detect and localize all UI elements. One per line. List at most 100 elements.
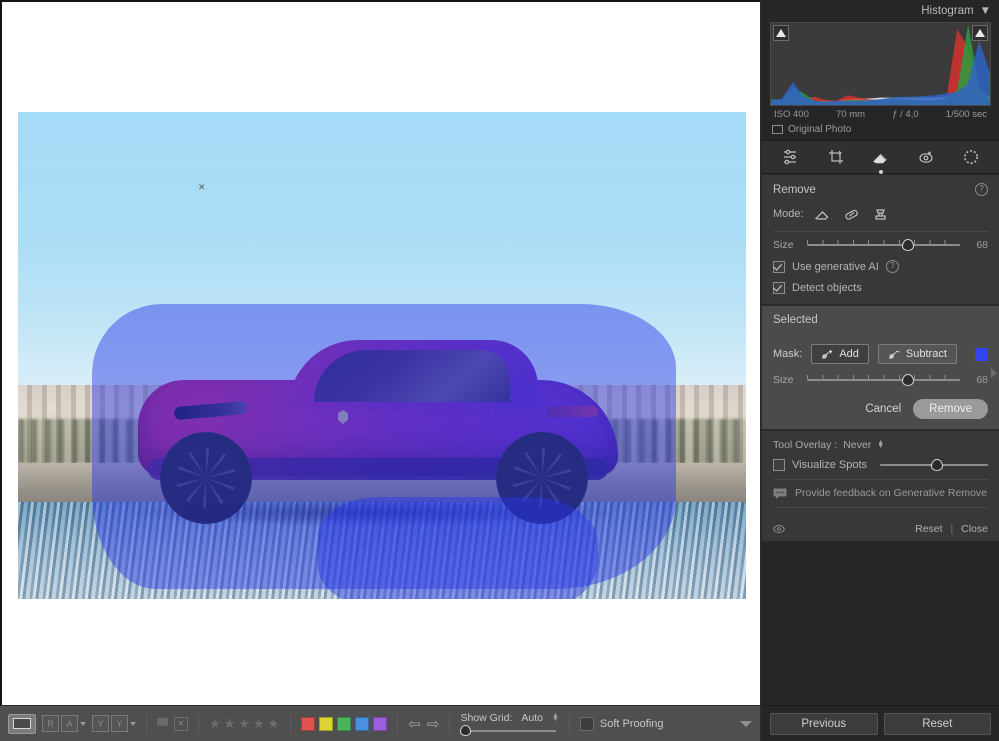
compare-caret-icon[interactable] xyxy=(130,722,136,726)
original-photo-toggle[interactable]: Original Photo xyxy=(762,122,999,140)
color-label-yellow[interactable] xyxy=(319,717,333,731)
show-grid-stepper-icon[interactable]: ▲▼ xyxy=(552,714,559,722)
use-generative-ai-row[interactable]: Use generative AI ? xyxy=(773,260,988,273)
show-grid-value[interactable]: Auto xyxy=(521,712,543,724)
flag-reject-icon[interactable]: ✕ xyxy=(174,717,188,731)
heal-mode-icon[interactable] xyxy=(842,205,862,223)
photo-container[interactable]: ✕ xyxy=(18,112,746,599)
detect-objects-row[interactable]: Detect objects xyxy=(773,282,988,294)
mode-label: Mode: xyxy=(773,208,804,220)
cancel-button[interactable]: Cancel xyxy=(865,403,901,415)
color-labels[interactable] xyxy=(301,717,387,731)
stepper-icon[interactable]: ▲▼ xyxy=(877,441,884,449)
toolbar-collapse-icon[interactable] xyxy=(740,721,752,727)
detect-objects-checkbox[interactable] xyxy=(773,282,785,294)
close-link[interactable]: Close xyxy=(961,523,988,535)
original-photo-checkbox[interactable] xyxy=(772,125,783,134)
histogram-header[interactable]: Histogram ▼ xyxy=(762,0,999,22)
star-1[interactable]: ★ xyxy=(209,716,222,732)
tool-overlay-row[interactable]: Tool Overlay : Never ▲▼ xyxy=(773,439,988,451)
mode-row: Mode: xyxy=(773,205,988,223)
selected-panel: Selected Mask: Add Subtr xyxy=(762,305,999,430)
star-2[interactable]: ★ xyxy=(224,716,237,732)
divider xyxy=(397,715,398,733)
soft-proofing-checkbox[interactable] xyxy=(580,717,594,731)
selected-size-slider-row[interactable]: Size 68 xyxy=(773,374,988,386)
after-view-button[interactable]: A xyxy=(61,715,78,732)
divider xyxy=(449,715,450,733)
selected-size-knob[interactable] xyxy=(902,374,914,386)
star-5[interactable]: ★ xyxy=(268,716,281,732)
remove-eraser-icon[interactable] xyxy=(870,146,892,168)
star-3[interactable]: ★ xyxy=(238,716,251,732)
histogram-title: Histogram xyxy=(921,5,973,17)
highlight-clipping-button[interactable] xyxy=(972,25,988,41)
generative-ai-help-icon[interactable]: ? xyxy=(886,260,899,273)
comment-icon xyxy=(773,488,787,499)
bird-icon: ✕ xyxy=(198,184,207,190)
star-rating[interactable]: ★ ★ ★ ★ ★ xyxy=(209,716,280,732)
use-generative-ai-checkbox[interactable] xyxy=(773,261,785,273)
eye-icon[interactable] xyxy=(773,524,785,534)
remove-panel-header: Remove ? xyxy=(773,183,988,196)
reset-button[interactable]: Reset xyxy=(884,713,992,735)
remove-size-track[interactable] xyxy=(807,239,960,251)
show-grid-group[interactable]: Show Grid: Auto ▲▼ xyxy=(460,712,558,736)
compare-left-button[interactable]: Y xyxy=(92,715,109,732)
histogram-chart[interactable] xyxy=(770,22,991,106)
show-grid-label: Show Grid: xyxy=(460,712,512,724)
eraser-mode-icon[interactable] xyxy=(813,205,833,223)
color-label-blue[interactable] xyxy=(355,717,369,731)
basic-edit-icon[interactable] xyxy=(780,146,802,168)
selected-size-label: Size xyxy=(773,374,799,386)
before-after-group[interactable]: R A xyxy=(42,715,86,732)
color-label-green[interactable] xyxy=(337,717,351,731)
visualize-spots-knob[interactable] xyxy=(931,459,943,471)
color-label-red[interactable] xyxy=(301,717,315,731)
brush-plus-icon xyxy=(821,348,834,360)
chevron-down-icon[interactable]: ▼ xyxy=(980,5,991,17)
red-eye-icon[interactable] xyxy=(915,146,937,168)
visualize-spots-row[interactable]: Visualize Spots xyxy=(773,459,988,471)
compare-right-button[interactable]: Y xyxy=(111,715,128,732)
crop-icon[interactable] xyxy=(825,146,847,168)
help-icon[interactable]: ? xyxy=(975,183,988,196)
previous-button[interactable]: Previous xyxy=(770,713,878,735)
mask-add-button[interactable]: Add xyxy=(811,344,869,364)
star-4[interactable]: ★ xyxy=(253,716,266,732)
shadow-clipping-button[interactable] xyxy=(773,25,789,41)
clone-mode-icon[interactable] xyxy=(871,205,891,223)
removal-mask-overlay-lower[interactable] xyxy=(318,497,598,599)
image-canvas[interactable]: ✕ xyxy=(0,0,760,706)
loupe-view-button[interactable] xyxy=(8,714,36,734)
tool-strip xyxy=(762,140,999,174)
before-view-button[interactable]: R xyxy=(42,715,59,732)
color-label-purple[interactable] xyxy=(373,717,387,731)
compare-group[interactable]: Y Y xyxy=(92,715,136,732)
detect-objects-label: Detect objects xyxy=(792,282,862,294)
previous-photo-arrow-icon[interactable]: ⇦ xyxy=(408,715,421,733)
visualize-spots-checkbox[interactable] xyxy=(773,459,785,471)
remove-button[interactable]: Remove xyxy=(913,399,988,419)
grid-size-knob[interactable] xyxy=(460,725,471,736)
divider xyxy=(146,715,147,733)
feedback-label[interactable]: Provide feedback on Generative Remove xyxy=(795,487,987,499)
next-photo-arrow-icon[interactable]: ⇨ xyxy=(427,715,440,733)
selected-size-track[interactable] xyxy=(807,374,960,386)
mask-subtract-button[interactable]: Subtract xyxy=(878,344,957,364)
flag-pick-icon[interactable] xyxy=(157,718,168,730)
grid-size-slider[interactable] xyxy=(460,726,556,736)
reset-link[interactable]: Reset xyxy=(915,523,942,535)
mask-color-swatch[interactable] xyxy=(975,348,988,361)
before-after-caret-icon[interactable] xyxy=(80,722,86,726)
feedback-row[interactable]: Provide feedback on Generative Remove xyxy=(773,487,988,499)
remove-size-knob[interactable] xyxy=(902,239,914,251)
remove-size-slider-row[interactable]: Size 68 xyxy=(773,239,988,251)
tool-overlay-value[interactable]: Never xyxy=(843,439,871,451)
panel-expand-arrow-icon[interactable] xyxy=(991,368,997,378)
divider xyxy=(198,715,199,733)
lightroom-window: ✕ xyxy=(0,0,999,741)
brush-minus-icon xyxy=(888,348,901,360)
visualize-spots-track[interactable] xyxy=(880,459,988,471)
masking-icon[interactable] xyxy=(960,146,982,168)
